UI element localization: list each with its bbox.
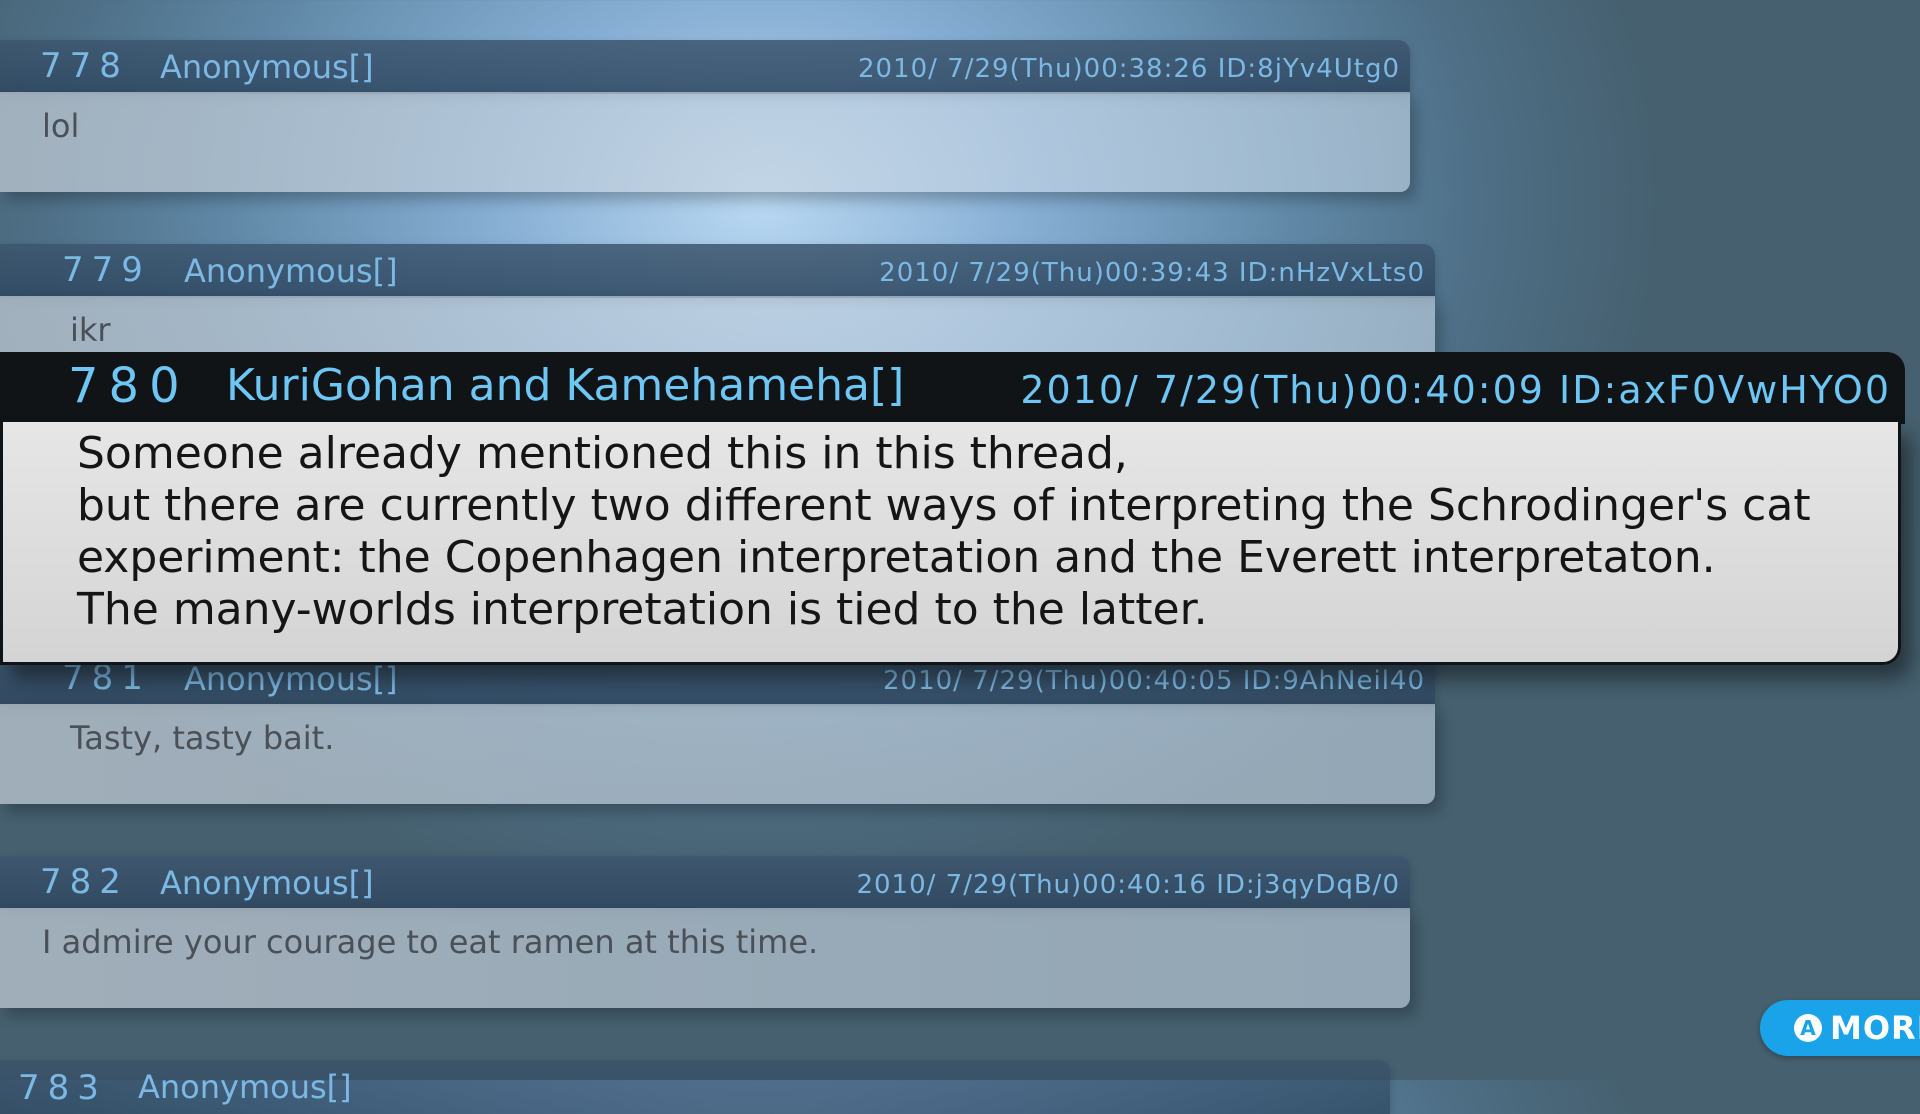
selected-post-header: 780 KuriGohan and Kamehameha[] 2010/ 7/2… <box>0 352 1905 424</box>
post-header: 778 Anonymous[] 2010/ 7/29(Thu)00:38:26 … <box>0 40 1410 94</box>
post-line: but there are currently two different wa… <box>77 480 1811 531</box>
selected-post-body: Someone already mentioned this in this t… <box>0 422 1901 665</box>
post-781[interactable]: 781 Anonymous[] 2010/ 7/29(Thu)00:40:05 … <box>0 652 1435 804</box>
post-text: Tasty, tasty bait. <box>70 719 335 757</box>
selected-post-780[interactable]: 780 KuriGohan and Kamehameha[] 2010/ 7/2… <box>0 352 1905 672</box>
post-datetime: 2010/ 7/29(Thu)00:40:09 <box>1020 368 1545 412</box>
post-body: Tasty, tasty bait. <box>0 704 1435 804</box>
post-782[interactable]: 782 Anonymous[] 2010/ 7/29(Thu)00:40:16 … <box>0 856 1410 1008</box>
post-author: Anonymous[] <box>184 252 398 290</box>
post-line: The many-worlds interpretation is tied t… <box>77 584 1208 635</box>
post-line: experiment: the Copenhagen interpretatio… <box>77 532 1716 583</box>
post-number: 780 <box>68 358 190 414</box>
post-778[interactable]: 778 Anonymous[] 2010/ 7/29(Thu)00:38:26 … <box>0 40 1410 192</box>
more-button[interactable]: A MORE <box>1760 1000 1920 1056</box>
post-author: Anonymous[] <box>160 48 374 86</box>
post-text: Someone already mentioned this in this t… <box>77 428 1811 636</box>
post-number: 778 <box>40 46 129 86</box>
post-meta: 2010/ 7/29(Thu)00:40:16 ID:j3qyDqB/0 <box>856 870 1400 900</box>
post-author: KuriGohan and Kamehameha[] <box>226 360 905 411</box>
post-id: ID:j3qyDqB/0 <box>1216 870 1400 900</box>
more-button-label: MORE <box>1830 1009 1920 1047</box>
post-author: Anonymous[] <box>160 864 374 902</box>
post-number: 779 <box>62 250 151 290</box>
post-datetime: 2010/ 7/29(Thu)00:39:43 <box>879 258 1230 288</box>
post-header: 782 Anonymous[] 2010/ 7/29(Thu)00:40:16 … <box>0 856 1410 910</box>
post-header: 779 Anonymous[] 2010/ 7/29(Thu)00:39:43 … <box>0 244 1435 298</box>
post-number: 783 <box>18 1068 107 1108</box>
post-meta: 2010/ 7/29(Thu)00:40:09 ID:axF0VwHYO0 <box>1020 368 1891 412</box>
post-datetime: 2010/ 7/29(Thu)00:40:16 <box>856 870 1207 900</box>
post-line: Someone already mentioned this in this t… <box>77 428 1128 479</box>
post-number: 782 <box>40 862 129 902</box>
post-author: Anonymous[] <box>138 1068 352 1106</box>
post-body: I admire your courage to eat ramen at th… <box>0 908 1410 1008</box>
post-id: ID:axF0VwHYO0 <box>1559 368 1891 412</box>
post-header: 783 Anonymous[] <box>0 1060 1390 1114</box>
post-meta: 2010/ 7/29(Thu)00:39:43 ID:nHzVxLts0 <box>879 258 1425 288</box>
post-datetime: 2010/ 7/29(Thu)00:38:26 <box>857 54 1209 84</box>
post-text: ikr <box>70 311 111 349</box>
post-body: lol <box>0 92 1410 192</box>
a-button-icon: A <box>1794 1014 1822 1042</box>
post-id: ID:8jYv4Utg0 <box>1217 54 1400 84</box>
post-meta: 2010/ 7/29(Thu)00:38:26 ID:8jYv4Utg0 <box>858 54 1400 84</box>
post-text: I admire your courage to eat ramen at th… <box>42 923 819 961</box>
post-id: ID:nHzVxLts0 <box>1238 258 1425 288</box>
post-783[interactable]: 783 Anonymous[] <box>0 1060 1390 1114</box>
post-text: lol <box>42 107 80 145</box>
